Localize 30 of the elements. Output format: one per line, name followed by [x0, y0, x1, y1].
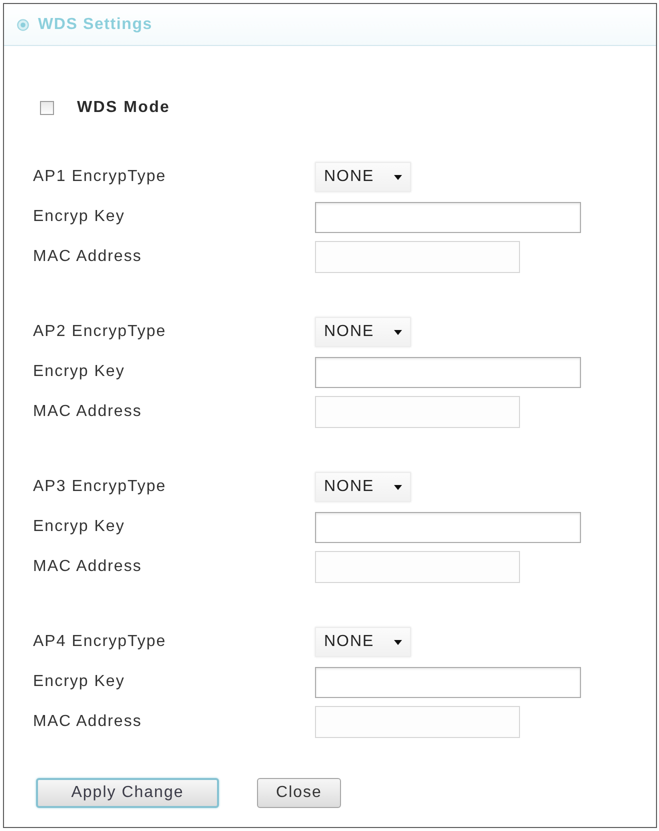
encryption-type-dropdown[interactable]: NONE	[315, 317, 411, 347]
caret-icon	[394, 484, 402, 490]
field-label: AP2 EncrypType	[33, 323, 168, 341]
panel-title: WDS Settings	[38, 16, 152, 34]
field-label: MAC Address	[33, 248, 143, 266]
text-field[interactable]	[315, 666, 581, 698]
text-field[interactable]	[315, 512, 581, 542]
checkbox[interactable]	[40, 101, 54, 115]
field-label: MAC Address	[33, 558, 143, 576]
field-label: Encryp Key	[33, 363, 126, 381]
close-button[interactable]: Close	[257, 778, 341, 808]
ring-icon	[17, 18, 29, 30]
field-label: Encryp Key	[33, 673, 126, 691]
field-label: Encryp Key	[33, 518, 126, 536]
field-label: Encryp Key	[33, 208, 126, 226]
field-label: AP3 EncrypType	[33, 478, 168, 496]
caret-icon	[394, 640, 402, 644]
text-field[interactable]	[315, 202, 581, 232]
encryption-type-dropdown[interactable]: NONE	[315, 162, 411, 192]
encryption-type-dropdown[interactable]: NONE	[315, 472, 411, 502]
field-label: MAC Address	[33, 713, 143, 731]
text-field[interactable]	[315, 356, 581, 388]
field-label: AP1 EncrypType	[33, 168, 168, 186]
encryption-type-dropdown[interactable]: NONE	[315, 627, 411, 657]
caret-icon	[394, 174, 402, 180]
caret-icon	[394, 330, 402, 334]
field-label: AP4 EncrypType	[33, 633, 168, 651]
apply-button[interactable]: Apply Change	[36, 778, 219, 808]
field-label: MAC Address	[33, 403, 143, 421]
checkbox-label: WDS Mode	[77, 99, 170, 117]
